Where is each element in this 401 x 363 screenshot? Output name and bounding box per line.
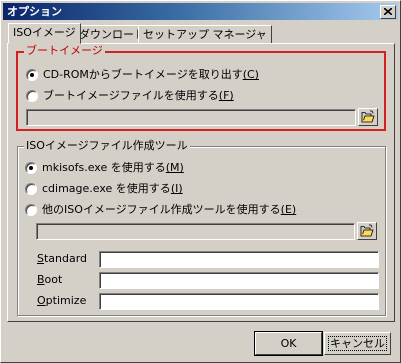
radio-label: mkisofs.exe を使用する(M) bbox=[42, 161, 184, 174]
ok-button[interactable]: OK bbox=[254, 331, 323, 356]
tab-setup-manager[interactable]: セットアップ マネージャ bbox=[138, 25, 272, 44]
tab-iso-image[interactable]: ISOイメージ bbox=[8, 23, 81, 44]
title-bar: オプション bbox=[3, 3, 398, 20]
browse-tool-button[interactable] bbox=[357, 222, 377, 240]
radio-button-checked[interactable] bbox=[25, 162, 37, 174]
radio-button[interactable] bbox=[25, 183, 37, 195]
radio-label: ブートイメージファイルを使用する(F) bbox=[43, 89, 234, 102]
radio-button-checked[interactable] bbox=[26, 69, 38, 81]
open-folder-icon bbox=[361, 110, 375, 123]
boot-image-group: ブートイメージ CD-ROMからブートイメージを取り出す(C) ブートイメージフ… bbox=[16, 44, 386, 131]
tab-panel-iso-image: ブートイメージ CD-ROMからブートイメージを取り出す(C) ブートイメージフ… bbox=[7, 43, 395, 322]
boot-label: Boot bbox=[37, 273, 63, 286]
radio-button[interactable] bbox=[26, 90, 38, 102]
tab-label: ISOイメージ bbox=[13, 26, 76, 39]
tab-label: セットアップ マネージャ bbox=[143, 28, 267, 41]
cancel-button[interactable]: キャンセル bbox=[324, 332, 391, 355]
standard-label: Standard bbox=[37, 252, 88, 265]
window-title: オプション bbox=[7, 5, 62, 18]
ok-button-label: OK bbox=[280, 337, 297, 350]
close-button[interactable] bbox=[380, 5, 396, 19]
boot-options-field[interactable] bbox=[99, 272, 379, 289]
radio-button[interactable] bbox=[25, 204, 37, 216]
standard-options-field[interactable] bbox=[99, 251, 379, 268]
open-folder-icon bbox=[360, 224, 374, 237]
other-tool-path-field[interactable] bbox=[36, 223, 355, 240]
boot-image-legend: ブートイメージ bbox=[24, 44, 105, 58]
optimize-label: Optimize bbox=[37, 294, 87, 307]
radio-label: CD-ROMからブートイメージを取り出す(C) bbox=[43, 68, 259, 81]
close-icon bbox=[384, 8, 392, 15]
optimize-options-field[interactable] bbox=[99, 293, 379, 310]
iso-tool-legend: ISOイメージファイル作成ツール bbox=[24, 139, 190, 153]
options-dialog: オプション ISOイメージ ダウンロード セットアップ マネージャ ブートイメー… bbox=[0, 0, 401, 363]
tab-label: ダウンロード bbox=[79, 28, 145, 41]
browse-boot-image-button[interactable] bbox=[358, 108, 378, 126]
radio-label: cdimage.exe を使用する(I) bbox=[42, 182, 183, 195]
radio-label: 他のISOイメージファイル作成ツールを使用する(E) bbox=[42, 203, 297, 216]
iso-tool-group: ISOイメージファイル作成ツール mkisofs.exe を使用する(M) cd… bbox=[17, 139, 386, 316]
boot-image-path-field[interactable] bbox=[26, 109, 356, 126]
